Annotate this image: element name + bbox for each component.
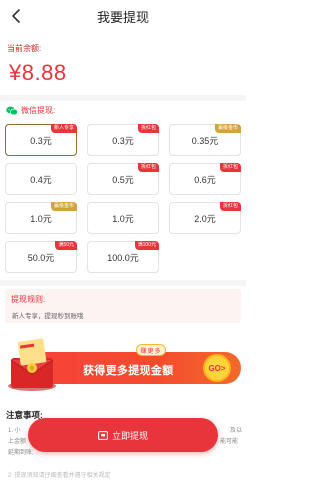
amount-option[interactable]: 1.0元 <box>87 202 159 234</box>
notes-line: 上金额 <box>8 439 27 445</box>
option-badge: 拆红包 <box>137 124 159 133</box>
notes-line: 能可能 <box>220 439 239 445</box>
amount-option[interactable]: 0.6元 拆红包 <box>169 163 241 195</box>
wechat-withdraw-header: 微信提现: <box>6 105 55 116</box>
section-divider <box>0 280 246 286</box>
balance-label: 当前余额: <box>7 44 42 53</box>
amount-option[interactable]: 0.4元 <box>5 163 77 195</box>
option-badge: 赢级金币 <box>214 124 241 133</box>
amount-option[interactable]: 2.0元 拆红包 <box>169 202 241 234</box>
red-envelope-icon <box>8 338 56 391</box>
notes-line: 1. 小 <box>8 428 21 434</box>
notes-line: 2. 提现须知请仔细查看并遵守相关规定 <box>8 473 111 479</box>
amount-value: 2.0元 <box>194 213 216 224</box>
option-badge: 满100元 <box>134 241 159 250</box>
withdraw-now-label: 立即提现 <box>111 430 148 441</box>
wallet-icon <box>98 430 108 440</box>
earn-more-pill: 赚更多 <box>136 344 166 356</box>
go-button[interactable]: GO> <box>203 354 231 382</box>
amount-value: 1.0元 <box>30 213 52 224</box>
amount-value: 100.0元 <box>107 252 139 263</box>
amount-option[interactable]: 100.0元 满100元 <box>87 241 159 273</box>
wechat-icon <box>6 106 18 115</box>
page-title: 我要提现 <box>96 9 149 25</box>
wechat-withdraw-label: 微信提现: <box>21 106 56 115</box>
option-badge: 拆红包 <box>219 202 241 211</box>
amount-option[interactable]: 50.0元 满50元 <box>5 241 77 273</box>
amount-option[interactable]: 0.35元 赢级金币 <box>169 124 241 156</box>
amount-value: 0.6元 <box>194 174 216 185</box>
banner-text: 获得更多提现金额 <box>83 365 174 377</box>
amount-option[interactable]: 0.3元 拆红包 <box>87 124 159 156</box>
rules-text: 新人专享，提现秒到账哦 <box>12 313 84 320</box>
notes-line: 及以 <box>230 428 243 434</box>
amount-value: 50.0元 <box>27 252 55 263</box>
amount-option[interactable]: 0.5元 拆红包 <box>87 163 159 195</box>
rules-title: 提现规则: <box>11 295 46 304</box>
notes-line: 延期到账; <box>8 450 34 456</box>
earn-more-banner[interactable]: 赚更多 获得更多提现金额 GO> <box>5 336 241 394</box>
option-badge: 新人专享 <box>50 124 77 133</box>
amount-value: 0.5元 <box>112 174 134 185</box>
withdraw-now-button[interactable]: 立即提现 <box>28 418 218 452</box>
option-badge: 拆红包 <box>219 163 241 172</box>
withdraw-rules-box: 提现规则: 新人专享，提现秒到账哦 <box>5 289 241 323</box>
section-divider <box>0 95 246 101</box>
amount-value: 0.35元 <box>191 135 219 146</box>
amount-value: 0.3元 <box>112 135 134 146</box>
amount-option[interactable]: 0.3元 新人专享 <box>5 124 77 156</box>
balance-value: ¥8.88 <box>9 60 67 85</box>
amount-option[interactable]: 1.0元 赢级金币 <box>5 202 77 234</box>
header: 我要提现 <box>0 0 246 32</box>
amount-value: 1.0元 <box>112 213 134 224</box>
option-badge: 赢级金币 <box>50 202 77 211</box>
amount-value: 0.3元 <box>30 135 52 146</box>
chevron-left-icon[interactable] <box>8 7 26 25</box>
option-badge: 满50元 <box>55 241 77 250</box>
amount-value: 0.4元 <box>30 174 52 185</box>
option-badge: 拆红包 <box>137 163 159 172</box>
